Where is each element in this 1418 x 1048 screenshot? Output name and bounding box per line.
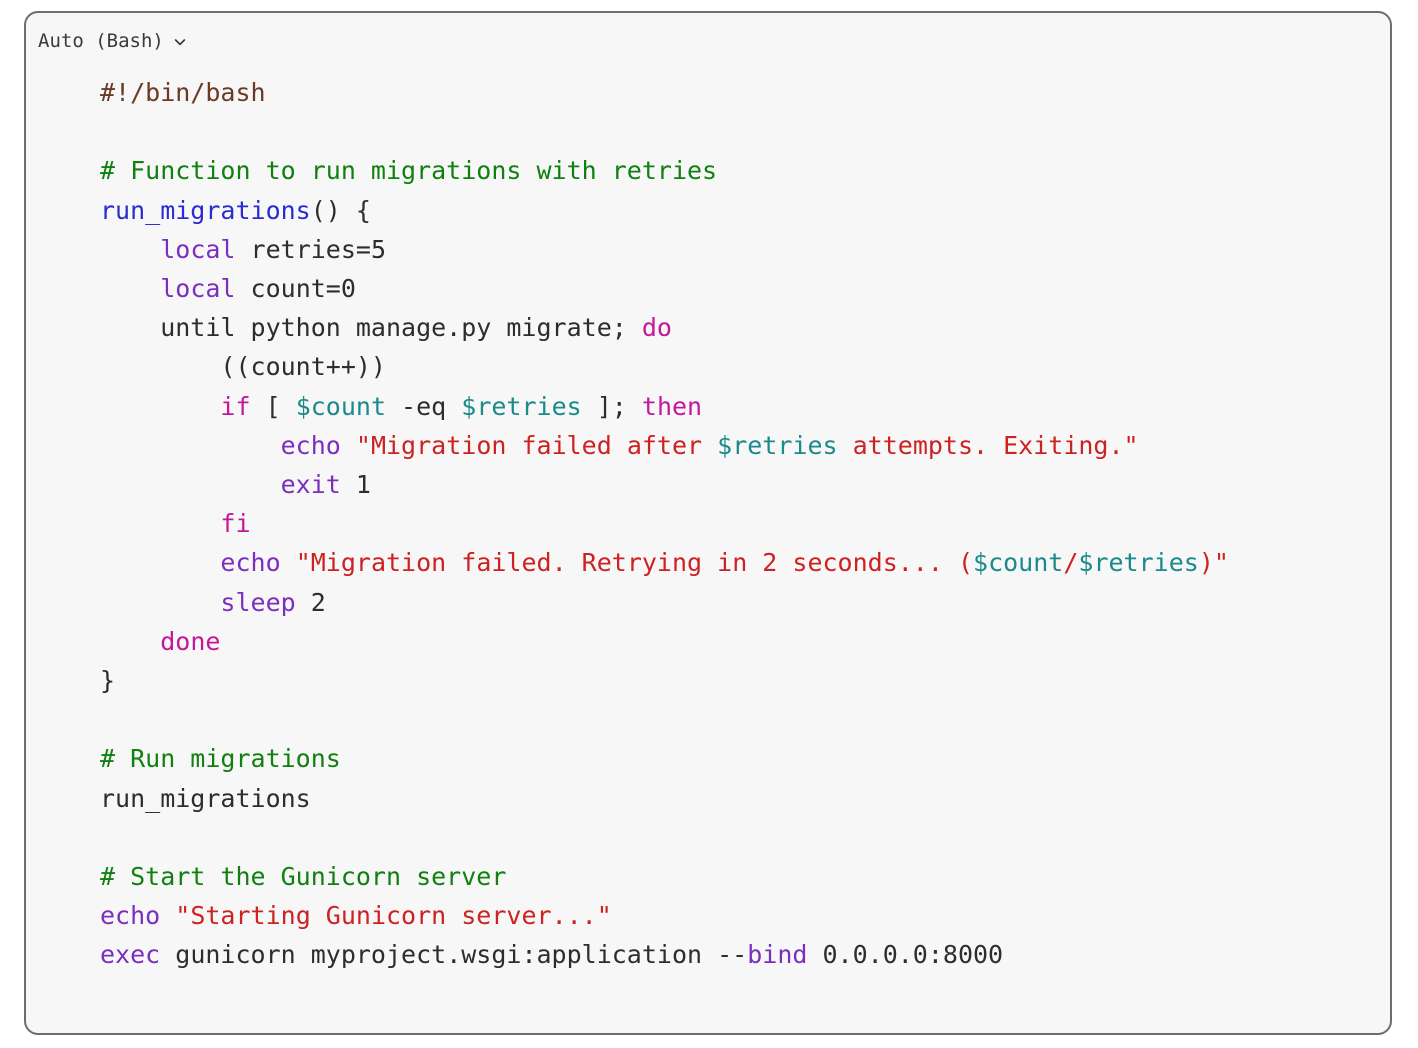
code-token-keyword: done	[160, 626, 221, 656]
code-token-comment: # Run migrations	[100, 744, 341, 774]
code-token-builtin: local	[160, 234, 236, 264]
code-line: if [ $count -eq $retries ]; then	[100, 392, 702, 421]
code-line: # Function to run migrations with retrie…	[100, 156, 717, 185]
code-token-builtin: echo	[280, 430, 341, 460]
code-token-builtin: exec	[100, 940, 161, 970]
code-line: local retries=5	[100, 235, 386, 264]
code-token-builtin: local	[160, 274, 236, 304]
code-line: echo "Starting Gunicorn server..."	[100, 901, 612, 930]
code-token-plain: retries=5	[235, 234, 386, 264]
code-token-shebang: #!/bin/bash	[100, 78, 266, 107]
code-token-keyword: do	[641, 313, 672, 343]
code-token-builtin: echo	[100, 901, 161, 931]
code-line: echo "Migration failed after $retries at…	[100, 431, 1139, 460]
code-token-keyword: then	[641, 391, 703, 421]
code-line: }	[100, 666, 115, 695]
code-token-string: "Migration failed. Retrying in 2 seconds…	[295, 548, 974, 578]
code-block-panel: Auto (Bash) #!/bin/bash # Function to ru…	[24, 11, 1392, 1035]
code-token-plain: 1	[340, 470, 371, 500]
code-token-string: /	[1063, 548, 1079, 578]
language-selector-label: Auto (Bash)	[38, 29, 164, 52]
code-token-plain: count=0	[235, 274, 356, 304]
code-token-keyword: if	[220, 391, 251, 421]
code-token-comment: # Function to run migrations with retrie…	[100, 156, 718, 186]
code-token-plain: 2	[295, 587, 326, 617]
code-scroll-area[interactable]: #!/bin/bash # Function to run migrations…	[26, 59, 1390, 975]
code-token-var: $retries	[1078, 548, 1199, 578]
code-token-string: "Starting Gunicorn server..."	[175, 901, 612, 931]
code-token-string: attempts. Exiting."	[837, 430, 1139, 460]
code-token-builtin: exit	[280, 470, 341, 500]
code-token-var: $retries	[717, 430, 838, 460]
language-selector-button[interactable]: Auto (Bash)	[38, 29, 187, 52]
code-token-builtin: echo	[220, 548, 281, 578]
code-token-var: $count	[295, 391, 386, 421]
code-token-var: $retries	[461, 391, 582, 421]
code-block-header: Auto (Bash)	[26, 13, 1390, 59]
code-token-plain: () {	[310, 195, 371, 225]
code-token-string: )"	[1198, 548, 1229, 578]
code-token-builtin: bind	[747, 940, 808, 970]
code-content[interactable]: #!/bin/bash # Function to run migrations…	[26, 73, 1390, 975]
chevron-down-icon	[173, 35, 187, 49]
code-token-plain: ((count++))	[100, 352, 386, 382]
code-token-plain: 0.0.0.0:8000	[807, 940, 1004, 970]
code-line: #!/bin/bash	[100, 78, 266, 107]
code-line: exec gunicorn myproject.wsgi:application…	[100, 940, 1003, 969]
code-line: echo "Migration failed. Retrying in 2 se…	[100, 548, 1229, 577]
code-token-keyword: fi	[220, 509, 251, 539]
code-line: local count=0	[100, 274, 356, 303]
code-line: fi	[100, 509, 251, 539]
code-token-plain: -eq	[386, 391, 462, 421]
code-line: ((count++))	[100, 352, 386, 381]
code-token-plain: [	[250, 391, 296, 421]
code-line: run_migrations	[100, 784, 311, 813]
code-token-plain: }	[100, 666, 116, 696]
code-line: exit 1	[100, 470, 371, 499]
code-token-string: "Migration failed after	[355, 430, 718, 460]
code-line: until python manage.py migrate; do	[100, 313, 672, 342]
code-token-plain: until python manage.py migrate;	[100, 313, 642, 343]
code-token-var: $count	[973, 548, 1064, 578]
code-token-comment: # Start the Gunicorn server	[100, 862, 507, 892]
code-line: # Start the Gunicorn server	[100, 862, 506, 891]
code-line: # Run migrations	[100, 744, 341, 773]
code-token-func: run_migrations	[100, 195, 311, 225]
code-line: run_migrations() {	[100, 196, 371, 225]
code-token-builtin: sleep	[220, 587, 296, 617]
code-token-plain: run_migrations	[100, 783, 311, 813]
code-token-plain: gunicorn myproject.wsgi:application --	[160, 940, 748, 970]
code-line: sleep 2	[100, 587, 326, 617]
code-token-plain: ];	[581, 391, 642, 421]
code-line: done	[100, 627, 220, 656]
